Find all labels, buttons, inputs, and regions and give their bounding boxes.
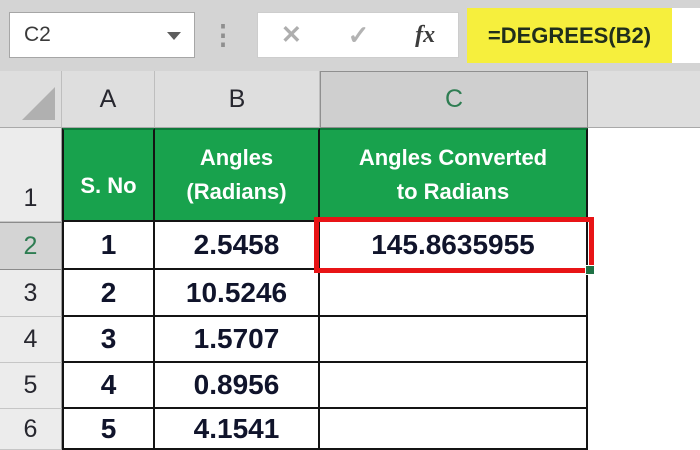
formula-bar-row: C2 ⋮ ✕ ✓ fx =DEGREES(B2) [0, 0, 700, 71]
cell-a1[interactable]: S. No [62, 128, 155, 222]
cell-b6[interactable]: 4.1541 [155, 409, 320, 450]
cell-c6[interactable] [320, 409, 588, 450]
cell-b5[interactable]: 0.8956 [155, 363, 320, 409]
select-all-icon [22, 87, 55, 120]
enter-icon[interactable]: ✓ [348, 20, 370, 51]
empty-area [588, 222, 700, 270]
insert-function-icon[interactable]: fx [415, 22, 435, 49]
cell-c1[interactable]: Angles Converted to Radians [320, 128, 588, 222]
name-box[interactable]: C2 [9, 12, 195, 58]
excel-window: C2 ⋮ ✕ ✓ fx =DEGREES(B2) A B C 1 S. No A… [0, 0, 700, 450]
cell-a5[interactable]: 4 [62, 363, 155, 409]
cell-a6[interactable]: 5 [62, 409, 155, 450]
empty-area [588, 317, 700, 363]
formula-buttons: ✕ ✓ fx [257, 12, 459, 58]
cell-b3[interactable]: 10.5246 [155, 270, 320, 317]
cell-c2-selected[interactable]: 145.8635955 [320, 222, 588, 270]
cancel-icon[interactable]: ✕ [281, 20, 302, 50]
cell-b4[interactable]: 1.5707 [155, 317, 320, 363]
spreadsheet: A B C 1 S. No Angles (Radians) Angles Co… [0, 71, 700, 450]
row-header-2[interactable]: 2 [0, 222, 62, 270]
row-header-3[interactable]: 3 [0, 270, 62, 317]
cell-b1[interactable]: Angles (Radians) [155, 128, 320, 222]
cell-a4[interactable]: 3 [62, 317, 155, 363]
empty-area [588, 270, 700, 317]
name-box-dropdown-icon[interactable] [167, 32, 181, 40]
cell-c3[interactable] [320, 270, 588, 317]
separator-dots-icon: ⋮ [209, 20, 237, 50]
fill-handle[interactable] [585, 265, 595, 275]
empty-area [588, 409, 700, 450]
formula-input[interactable]: =DEGREES(B2) [467, 8, 700, 63]
empty-area [588, 363, 700, 409]
column-header-filler [588, 71, 700, 128]
row-header-5[interactable]: 5 [0, 363, 62, 409]
empty-area [588, 128, 700, 222]
row-header-6[interactable]: 6 [0, 409, 62, 450]
row-header-1[interactable]: 1 [0, 128, 62, 222]
cell-b2[interactable]: 2.5458 [155, 222, 320, 270]
name-box-value: C2 [24, 23, 51, 46]
column-header-b[interactable]: B [155, 71, 320, 128]
column-header-a[interactable]: A [62, 71, 155, 128]
cell-c4[interactable] [320, 317, 588, 363]
row-header-4[interactable]: 4 [0, 317, 62, 363]
select-all-button[interactable] [0, 71, 62, 128]
cell-c5[interactable] [320, 363, 588, 409]
formula-text: =DEGREES(B2) [467, 8, 672, 63]
cell-a3[interactable]: 2 [62, 270, 155, 317]
column-header-c[interactable]: C [320, 71, 588, 128]
cell-a2[interactable]: 1 [62, 222, 155, 270]
